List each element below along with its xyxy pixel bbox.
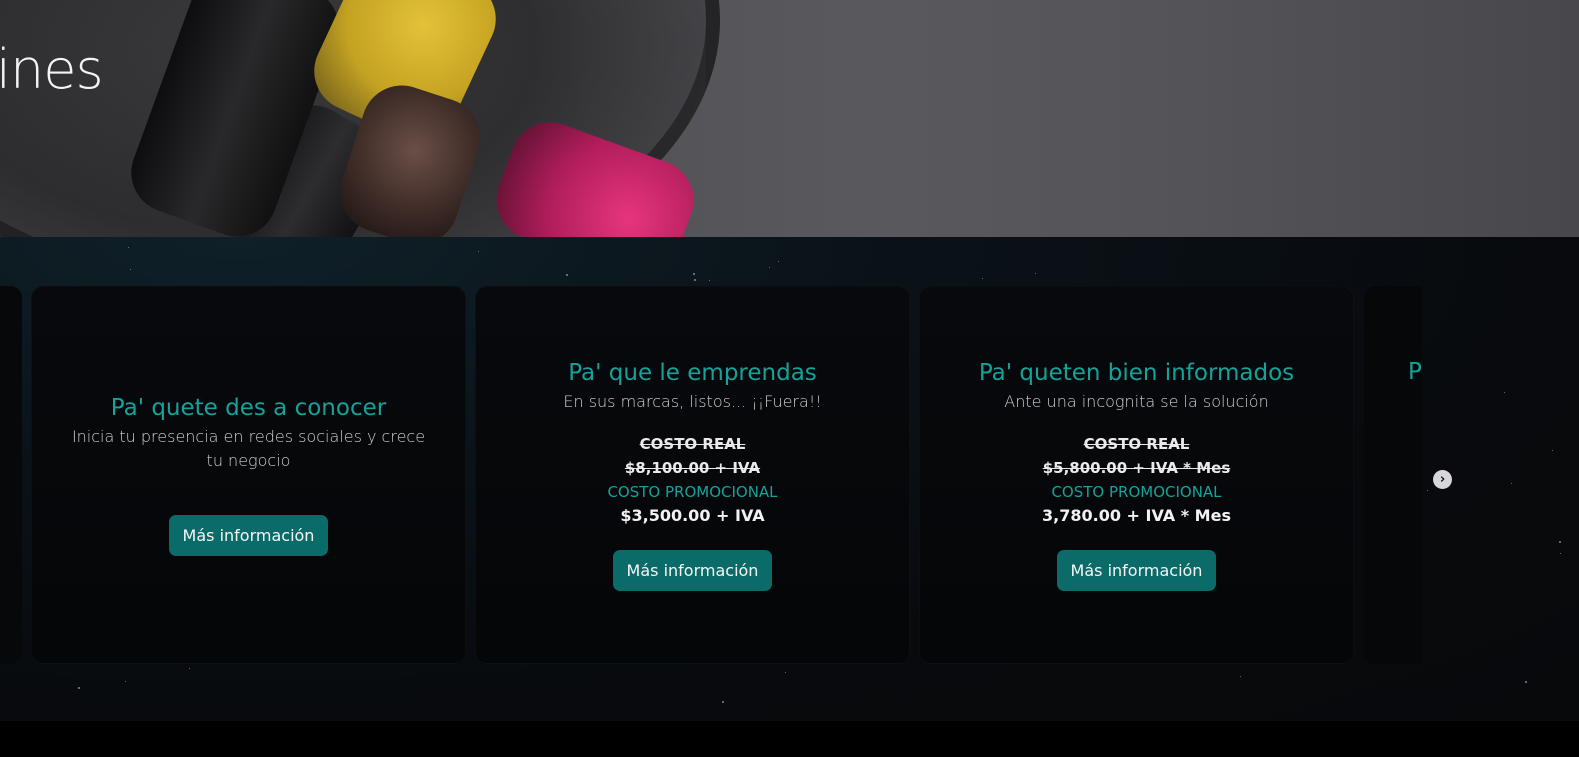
previous-card-edge (0, 286, 22, 664)
promo-cost-price: $3,500.00 + IVA (620, 505, 765, 525)
promo-cost-label: COSTO PROMOCIONAL (607, 482, 778, 501)
card-subtitle: Ante una incognita se la solución (1004, 391, 1269, 411)
price-block: COSTO REAL $8,100.00 + IVA COSTO PROMOCI… (607, 432, 777, 528)
card-subtitle: Inicia tu presencia en redes sociales y … (71, 426, 426, 470)
service-card: Pa' que le emprendas En sus marcas, list… (475, 286, 910, 664)
services-carousel: Pa' quete des a conocer Inicia tu presen… (0, 237, 1579, 721)
bottom-bar (0, 721, 1579, 757)
real-cost-price: $8,100.00 + IVA (624, 458, 761, 477)
next-card-title-peek: P (1408, 359, 1422, 385)
real-cost-label: COSTO REAL (639, 434, 746, 453)
service-card: Pa' quete des a conocer Inicia tu presen… (31, 286, 466, 664)
chevron-right-circle-icon[interactable]: › (1433, 470, 1452, 489)
hero-banner: ines (0, 0, 1579, 237)
promo-cost-label: COSTO PROMOCIONAL (1051, 482, 1222, 501)
more-info-button[interactable]: Más información (612, 549, 773, 591)
promo-cost-price: 3,780.00 + IVA * Mes (1042, 505, 1231, 525)
real-cost-price: $5,800.00 + IVA * Mes (1042, 458, 1231, 477)
price-block: COSTO REAL $5,800.00 + IVA * Mes COSTO P… (1042, 432, 1231, 528)
card-title: Pa' que le emprendas (568, 359, 817, 386)
hero-title: ines (0, 38, 104, 101)
real-cost-label: COSTO REAL (1083, 434, 1190, 453)
card-subtitle: En sus marcas, listos... ¡¡Fuera!! (563, 391, 822, 411)
more-info-button[interactable]: Más información (1056, 549, 1217, 591)
more-info-button[interactable]: Más información (168, 514, 329, 556)
next-card-peek: P (1364, 286, 1422, 664)
card-title: Pa' quete des a conocer (110, 394, 387, 421)
card-title: Pa' queten bien informados (978, 359, 1295, 386)
service-card: Pa' queten bien informados Ante una inco… (919, 286, 1354, 664)
